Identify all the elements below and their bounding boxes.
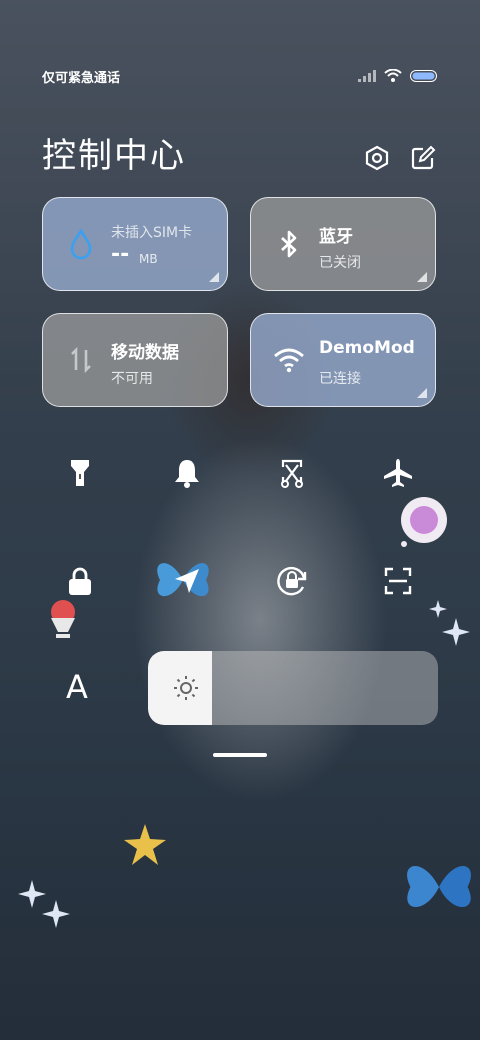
expand-corner-icon [417, 388, 427, 398]
signal-icon [358, 67, 376, 86]
mobile-data-icon [65, 344, 97, 376]
gear-icon [364, 145, 390, 175]
data-usage-unit: MB [139, 252, 158, 266]
battery-icon [410, 67, 438, 86]
bluetooth-label: 蓝牙 [319, 227, 353, 247]
edit-button[interactable] [408, 145, 438, 175]
star-sticker [122, 822, 168, 872]
sun-icon [172, 674, 200, 706]
unicorn-sticker [396, 496, 452, 552]
sparkle-sticker [18, 880, 74, 934]
airplane-icon [382, 457, 414, 493]
wifi-network-name: DemoMod [319, 338, 415, 358]
toggle-lock-screen[interactable] [58, 561, 102, 605]
rotation-lock-icon [275, 564, 309, 602]
wifi-icon [273, 344, 305, 376]
scan-icon [383, 566, 413, 600]
auto-brightness-button[interactable]: A [66, 668, 88, 706]
butterfly-sticker-2 [398, 855, 480, 923]
ice-cream-sticker [46, 598, 80, 646]
water-drop-icon [65, 228, 97, 260]
carrier-status: 仅可紧急通话 [42, 70, 121, 86]
settings-button[interactable] [362, 145, 392, 175]
status-bar: 仅可紧急通话 [42, 66, 438, 86]
sparkle-sticker-2 [428, 600, 472, 656]
bell-icon [172, 457, 202, 493]
flashlight-icon [67, 457, 93, 493]
toggle-flashlight[interactable] [58, 453, 102, 497]
data-usage-value: -- [111, 242, 130, 267]
lock-icon [66, 565, 94, 601]
bluetooth-status: 已关闭 [319, 255, 361, 271]
expand-corner-icon [209, 272, 219, 282]
bluetooth-icon [273, 228, 305, 260]
screenshot-icon [277, 457, 307, 493]
mobile-data-label: 移动数据 [111, 343, 179, 363]
panel-handle[interactable] [213, 753, 267, 757]
location-icon [172, 566, 202, 600]
sim-status-label: 未插入SIM卡 [111, 225, 193, 241]
expand-corner-icon [417, 272, 427, 282]
tile-wifi[interactable]: DemoMod 已连接 [250, 313, 436, 407]
tile-mobile-data[interactable]: 移动数据 不可用 [42, 313, 228, 407]
tile-bluetooth[interactable]: 蓝牙 已关闭 [250, 197, 436, 291]
toggle-airplane[interactable] [376, 453, 420, 497]
wifi-status-icon [384, 67, 402, 86]
mobile-data-status: 不可用 [111, 371, 153, 387]
edit-icon [410, 145, 436, 175]
tile-data-usage[interactable]: 未插入SIM卡 -- MB [42, 197, 228, 291]
wifi-status: 已连接 [319, 371, 361, 387]
toggle-silent[interactable] [165, 453, 209, 497]
toggle-location[interactable] [165, 561, 209, 605]
toggle-rotation-lock[interactable] [270, 561, 314, 605]
brightness-slider[interactable] [148, 651, 438, 725]
toggle-screenshot[interactable] [270, 453, 314, 497]
toggle-scanner[interactable] [376, 561, 420, 605]
page-title: 控制中心 [42, 136, 186, 176]
